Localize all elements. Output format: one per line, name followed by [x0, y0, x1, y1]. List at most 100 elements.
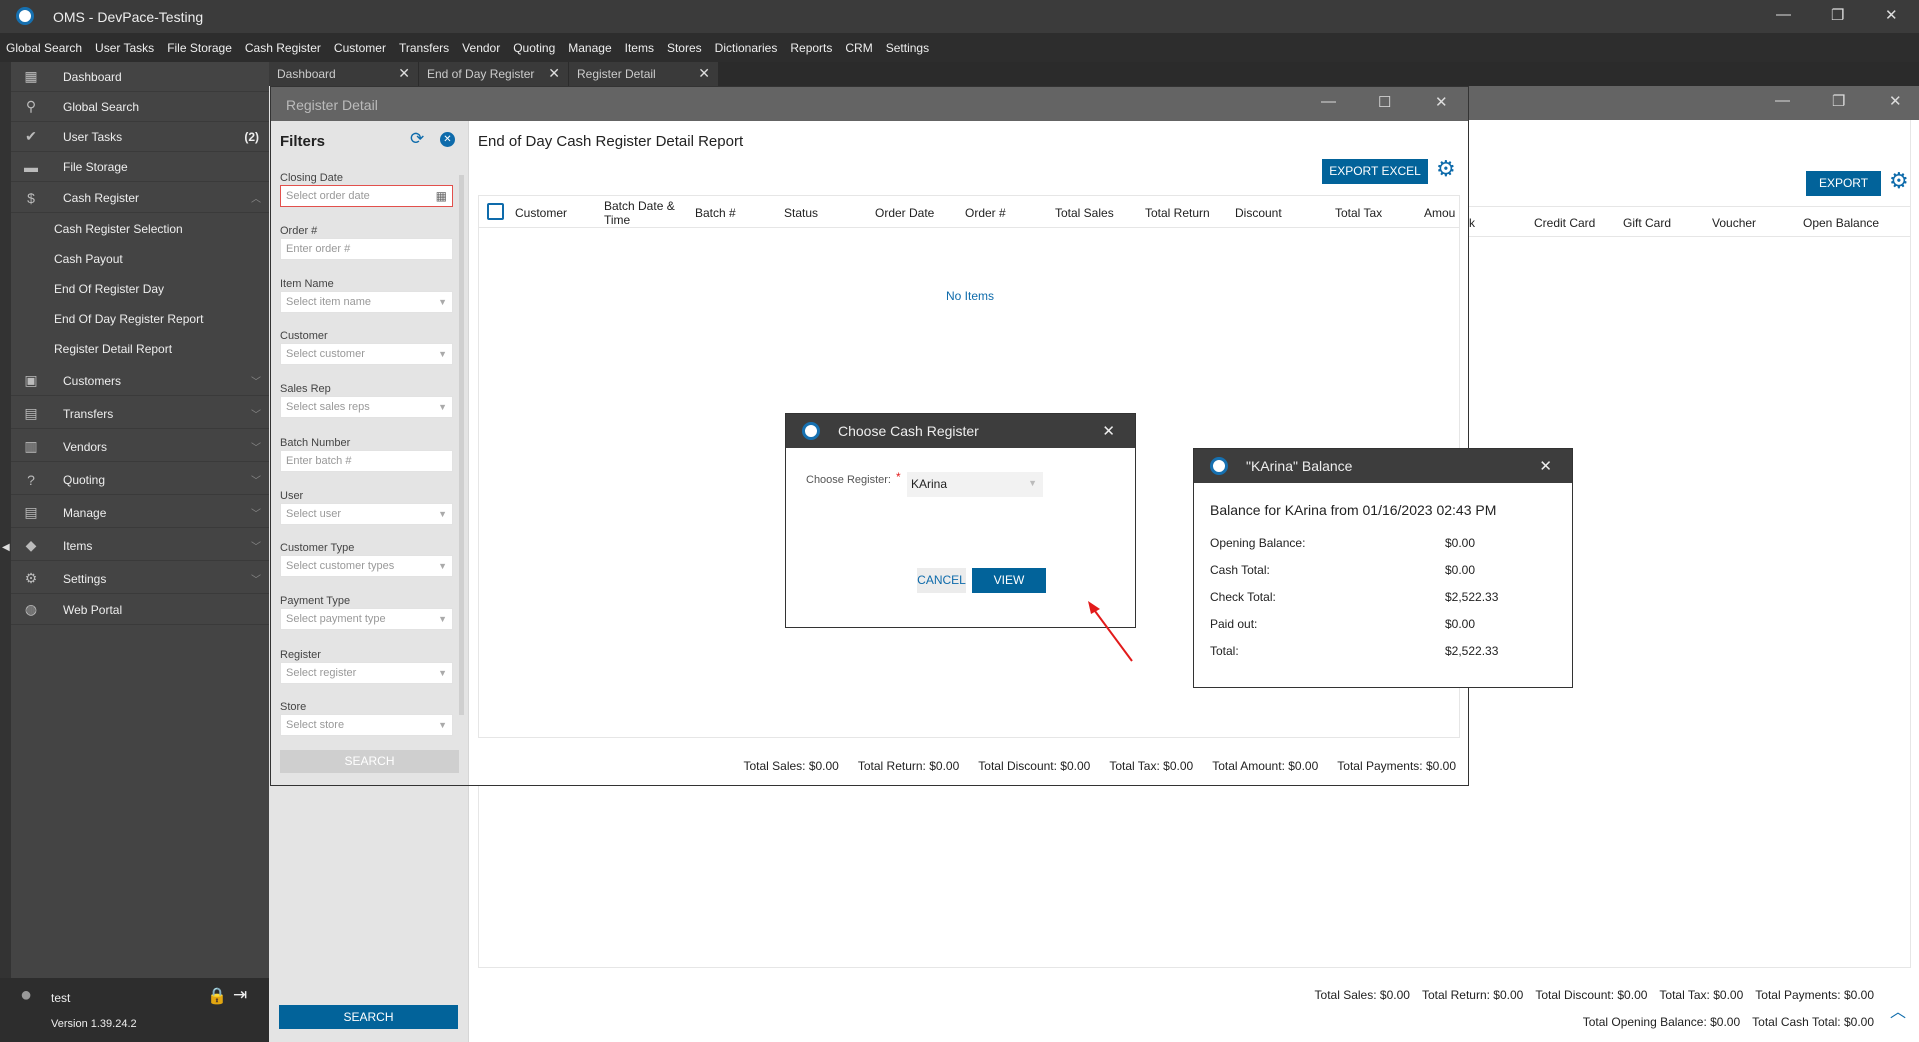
menu-transfers[interactable]: Transfers: [399, 41, 449, 55]
dropdown-arrow-icon[interactable]: ▼: [438, 297, 447, 307]
tab-end-of-day-register[interactable]: End of Day Register ✕: [419, 62, 569, 86]
tab-dashboard[interactable]: Dashboard ✕: [269, 62, 419, 86]
batch-number-input[interactable]: Enter batch #: [280, 450, 453, 472]
sidebar-item-settings[interactable]: ⚙ Settings ﹀: [11, 564, 269, 594]
dropdown-arrow-icon[interactable]: ▼: [438, 349, 447, 359]
settings-gear-icon[interactable]: ⚙: [1889, 168, 1909, 194]
payment-type-input[interactable]: Select payment type ▼: [280, 608, 453, 630]
close-icon[interactable]: ✕: [1102, 422, 1115, 440]
dropdown-arrow-icon[interactable]: ▼: [438, 614, 447, 624]
restore-icon[interactable]: ❐: [1832, 92, 1845, 110]
close-icon[interactable]: ✕: [1889, 92, 1902, 110]
close-tab-icon[interactable]: ✕: [548, 65, 560, 82]
sidebar-item-transfers[interactable]: ▤ Transfers ﹀: [11, 399, 269, 429]
column-header-discount[interactable]: Discount: [1235, 206, 1282, 220]
dropdown-arrow-icon[interactable]: ▼: [438, 720, 447, 730]
column-header-order-number[interactable]: Order #: [965, 206, 1006, 220]
export-excel-button[interactable]: EXPORT EXCEL: [1322, 159, 1428, 184]
sidebar-item-manage[interactable]: ▤ Manage ﹀: [11, 498, 269, 528]
close-tab-icon[interactable]: ✕: [698, 65, 710, 82]
sidebar-sub-cash-register-selection[interactable]: Cash Register Selection: [54, 222, 183, 236]
maximize-icon[interactable]: ☐: [1378, 93, 1391, 111]
menu-user-tasks[interactable]: User Tasks: [95, 41, 154, 55]
store-input[interactable]: Select store ▼: [280, 714, 453, 736]
menu-quoting[interactable]: Quoting: [513, 41, 555, 55]
column-header-order-date[interactable]: Order Date: [875, 206, 934, 220]
menu-dictionaries[interactable]: Dictionaries: [715, 41, 778, 55]
order-input[interactable]: Enter order #: [280, 238, 453, 260]
sidebar-item-web-portal[interactable]: ◍ Web Portal: [11, 595, 269, 625]
minimize-icon[interactable]: —: [1776, 6, 1791, 23]
menu-settings[interactable]: Settings: [886, 41, 929, 55]
column-header-credit-card[interactable]: Credit Card: [1534, 216, 1595, 230]
cancel-button[interactable]: CANCEL: [917, 568, 966, 593]
column-header[interactable]: k: [1469, 216, 1475, 230]
view-balance-button[interactable]: VIEW BALANCE: [972, 568, 1046, 612]
select-all-checkbox[interactable]: [487, 203, 504, 220]
sidebar-sub-end-of-day-register-report[interactable]: End Of Day Register Report: [54, 312, 203, 326]
sidebar-item-customers[interactable]: ▣ Customers ﹀: [11, 366, 269, 396]
minimize-icon[interactable]: —: [1775, 92, 1790, 109]
column-header-total-sales[interactable]: Total Sales: [1055, 206, 1114, 220]
column-header-total-return[interactable]: Total Return: [1145, 206, 1210, 220]
register-input[interactable]: Select register ▼: [280, 662, 453, 684]
column-header-gift-card[interactable]: Gift Card: [1623, 216, 1671, 230]
sidebar-item-items[interactable]: ◆ Items ﹀: [11, 531, 269, 561]
menu-cash-register[interactable]: Cash Register: [245, 41, 321, 55]
refresh-icon[interactable]: ⟳: [410, 129, 424, 149]
sidebar-item-global-search[interactable]: ⚲ Global Search: [11, 92, 269, 122]
menu-stores[interactable]: Stores: [667, 41, 702, 55]
sidebar-item-user-tasks[interactable]: ✔ User Tasks (2): [11, 122, 269, 152]
column-header-amount[interactable]: Amou: [1424, 206, 1459, 220]
sidebar-sub-register-detail-report[interactable]: Register Detail Report: [54, 342, 172, 356]
collapse-arrow-icon[interactable]: ◀: [2, 542, 10, 553]
restore-icon[interactable]: ❐: [1831, 6, 1844, 24]
close-icon[interactable]: ✕: [1885, 6, 1898, 24]
settings-gear-icon[interactable]: ⚙: [1436, 156, 1456, 182]
lock-icon[interactable]: 🔒: [207, 986, 227, 1006]
sidebar-item-vendors[interactable]: ▥ Vendors ﹀: [11, 432, 269, 462]
menu-items[interactable]: Items: [625, 41, 654, 55]
dropdown-arrow-icon[interactable]: ▼: [438, 561, 447, 571]
search-button-disabled[interactable]: SEARCH: [280, 750, 459, 773]
menu-customer[interactable]: Customer: [334, 41, 386, 55]
column-header-total-tax[interactable]: Total Tax: [1335, 206, 1382, 220]
menu-reports[interactable]: Reports: [790, 41, 832, 55]
customer-input[interactable]: Select customer ▼: [280, 343, 453, 365]
column-header-voucher[interactable]: Voucher: [1712, 216, 1756, 230]
tab-register-detail[interactable]: Register Detail ✕: [569, 62, 719, 86]
closing-date-input[interactable]: Select order date ▦: [280, 185, 453, 207]
close-icon[interactable]: ✕: [1435, 93, 1448, 111]
column-header-batch-number[interactable]: Batch #: [695, 206, 736, 220]
export-button[interactable]: EXPORT: [1806, 171, 1881, 196]
register-select[interactable]: KArina ▼: [907, 472, 1043, 497]
sales-rep-input[interactable]: Select sales reps ▼: [280, 396, 453, 418]
menu-vendor[interactable]: Vendor: [462, 41, 500, 55]
dropdown-arrow-icon[interactable]: ▼: [438, 668, 447, 678]
column-header-status[interactable]: Status: [784, 206, 818, 220]
minimize-icon[interactable]: —: [1321, 93, 1336, 110]
clear-filters-icon[interactable]: ✕: [440, 132, 455, 147]
back-search-button[interactable]: SEARCH: [279, 1005, 458, 1029]
menu-manage[interactable]: Manage: [568, 41, 611, 55]
sidebar-item-quoting[interactable]: ? Quoting ﹀: [11, 465, 269, 495]
sidebar-sub-cash-payout[interactable]: Cash Payout: [54, 252, 123, 266]
user-input[interactable]: Select user ▼: [280, 503, 453, 525]
menu-crm[interactable]: CRM: [845, 41, 872, 55]
column-header-customer[interactable]: Customer: [515, 206, 567, 220]
menu-file-storage[interactable]: File Storage: [167, 41, 232, 55]
column-header-batch-date[interactable]: Batch Date & Time: [604, 199, 684, 227]
customer-type-input[interactable]: Select customer types ▼: [280, 555, 453, 577]
dropdown-arrow-icon[interactable]: ▼: [438, 509, 447, 519]
close-icon[interactable]: ✕: [1539, 457, 1552, 475]
sidebar-item-cash-register[interactable]: $ Cash Register ︿: [11, 183, 269, 213]
sidebar-item-file-storage[interactable]: ▬ File Storage: [11, 152, 269, 182]
column-header-open-balance[interactable]: Open Balance: [1803, 216, 1879, 230]
collapse-totals-icon[interactable]: ︿: [1890, 998, 1906, 1022]
dropdown-arrow-icon[interactable]: ▼: [438, 402, 447, 412]
filters-scrollbar[interactable]: [459, 175, 464, 715]
logout-icon[interactable]: ⇥: [233, 985, 247, 1005]
item-name-input[interactable]: Select item name ▼: [280, 291, 453, 313]
calendar-icon[interactable]: ▦: [436, 189, 447, 203]
sidebar-sub-end-of-register-day[interactable]: End Of Register Day: [54, 282, 164, 296]
